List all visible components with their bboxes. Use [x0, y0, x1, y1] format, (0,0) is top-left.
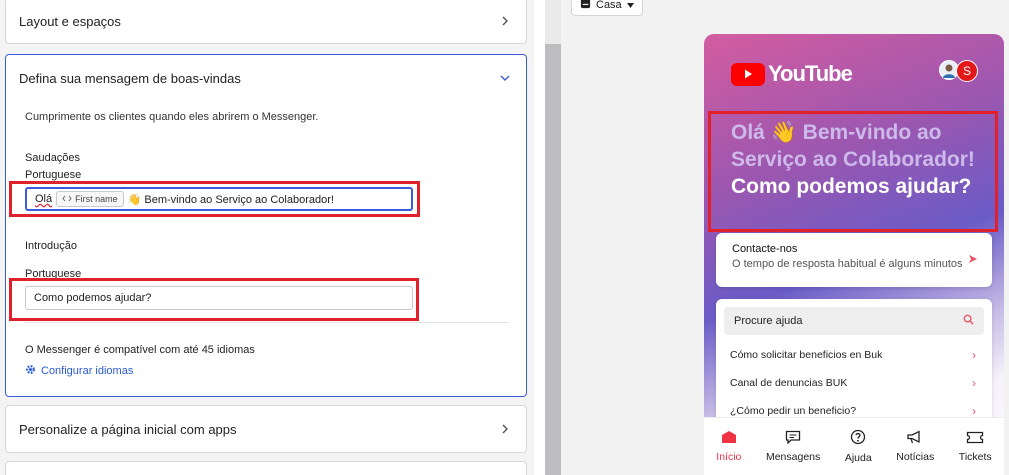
chevron-down-icon: [498, 71, 512, 85]
gear-icon: [25, 364, 36, 378]
search-icon: [963, 314, 974, 328]
chevron-right-icon: ›: [972, 376, 976, 390]
help-icon: [850, 429, 866, 448]
message-icon: [785, 430, 801, 447]
help-item-label: Canal de denuncias BUK: [730, 377, 848, 389]
welcome-description: Cumprimente os clientes quando eles abri…: [25, 111, 319, 123]
configure-languages-link[interactable]: Configurar idiomas: [25, 364, 133, 378]
help-item-label: Cómo solicitar beneficios en Buk: [730, 349, 883, 361]
chevron-right-icon: ›: [972, 404, 976, 418]
tab-tickets[interactable]: Tickets: [959, 431, 992, 463]
caret-down-icon: [626, 0, 634, 11]
settings-panel: Layout e espaços Defina sua mensagem de …: [0, 0, 534, 475]
send-icon: [968, 251, 978, 267]
intro-label: Introdução: [25, 240, 77, 252]
welcome-section-header[interactable]: Defina sua mensagem de boas-vindas: [6, 55, 526, 101]
tab-help[interactable]: Ajuda: [845, 429, 872, 464]
audience-label: Casa: [596, 0, 622, 11]
home-icon: [721, 430, 737, 447]
messenger-tab-bar: Início Mensagens Ajuda Notícias Tickets: [704, 417, 1004, 475]
tab-label: Tickets: [958, 450, 992, 463]
tab-home[interactable]: Início: [716, 430, 741, 463]
tab-label: Ajuda: [844, 452, 872, 464]
brand-name: YouTube: [768, 61, 853, 86]
chevron-right-icon: [498, 422, 512, 436]
greetings-language: Portuguese: [25, 169, 82, 181]
intro-highlight: [9, 278, 419, 321]
messenger-preview: YouTube S Olá 👋 Bem-vindo ao Serviço ao …: [704, 34, 1004, 475]
configure-languages-label: Configurar idiomas: [41, 365, 134, 377]
tab-label: Início: [716, 451, 742, 463]
greeting-highlight: [9, 181, 420, 217]
megaphone-icon: [906, 430, 924, 447]
help-item-label: ¿Cómo pedir un beneficio?: [730, 405, 857, 417]
tab-messages[interactable]: Mensagens: [766, 430, 820, 463]
home-icon: [580, 0, 591, 12]
contact-title: Contacte-nos: [732, 243, 798, 255]
tab-label: Notícias: [896, 451, 935, 463]
next-section[interactable]: [5, 461, 527, 475]
home-apps-section[interactable]: Personalize a página inicial com apps: [5, 405, 527, 453]
avatar: S: [956, 60, 978, 82]
chevron-right-icon: ›: [972, 348, 976, 362]
play-icon: [731, 62, 765, 86]
layout-section-title: Layout e espaços: [19, 13, 121, 29]
brand-logo: YouTube: [731, 61, 853, 87]
layout-section[interactable]: Layout e espaços: [5, 0, 527, 44]
preview-greeting-highlight: [708, 111, 998, 232]
greetings-label: Saudações: [25, 152, 81, 164]
scrollbar-thumb[interactable]: [545, 44, 561, 475]
help-search-label: Procure ajuda: [734, 315, 803, 327]
help-item[interactable]: Canal de denuncias BUK ›: [724, 369, 984, 397]
welcome-message-section: Defina sua mensagem de boas-vindas Cumpr…: [5, 54, 527, 397]
team-avatars: S: [939, 60, 978, 82]
contact-card[interactable]: Contacte-nos O tempo de resposta habitua…: [716, 233, 992, 287]
help-search[interactable]: Procure ajuda: [724, 307, 984, 335]
welcome-section-title: Defina sua mensagem de boas-vindas: [19, 70, 241, 86]
tab-label: Mensagens: [765, 451, 821, 463]
section-divider: [25, 322, 509, 323]
audience-select[interactable]: Casa: [571, 0, 643, 16]
home-apps-title: Personalize a página inicial com apps: [19, 421, 237, 437]
languages-note: O Messenger é compatível com até 45 idio…: [25, 344, 255, 356]
tab-news[interactable]: Notícias: [896, 430, 934, 463]
contact-subtitle: O tempo de resposta habitual é alguns mi…: [732, 258, 963, 270]
help-item[interactable]: Cómo solicitar beneficios en Buk ›: [724, 341, 984, 369]
ticket-icon: [966, 431, 984, 447]
chevron-right-icon: [498, 14, 512, 28]
